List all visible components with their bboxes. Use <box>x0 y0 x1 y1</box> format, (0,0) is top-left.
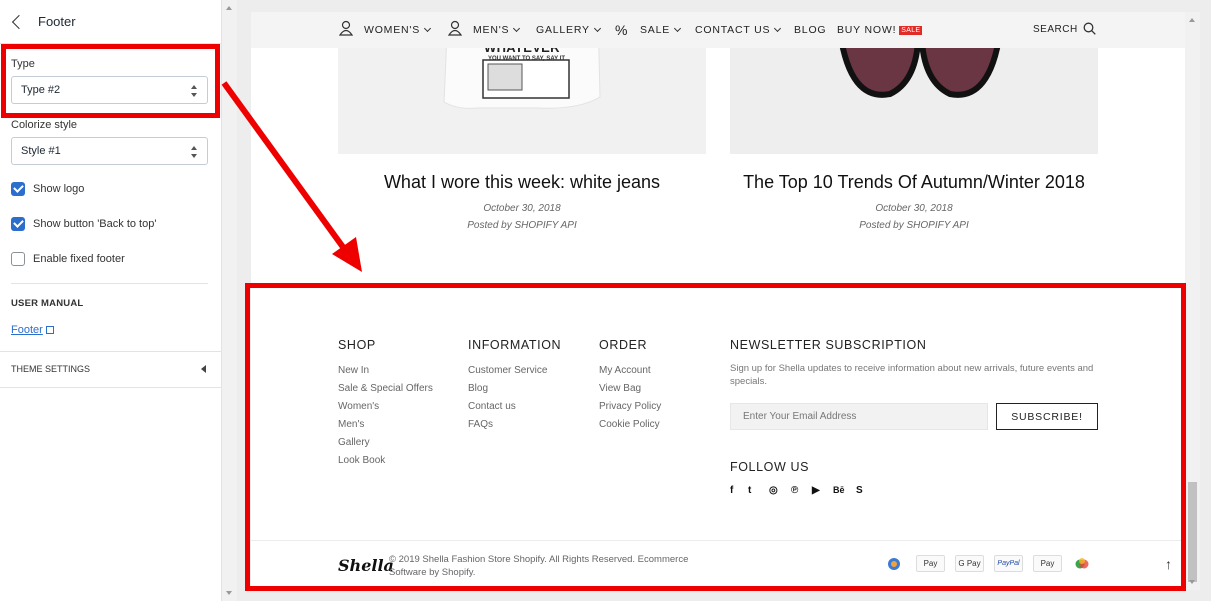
annotation-arrow-icon <box>221 81 362 272</box>
